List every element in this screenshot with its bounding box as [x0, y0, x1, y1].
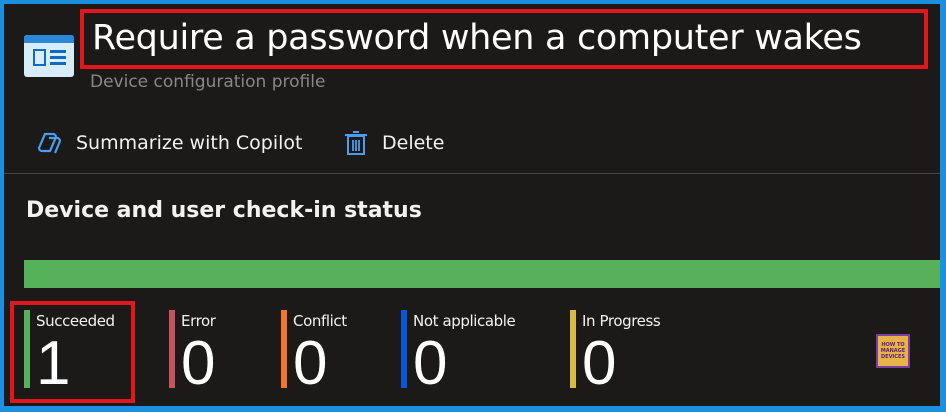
succeeded-highlight	[10, 301, 135, 403]
progress-fill-succeeded	[24, 260, 940, 288]
check-in-progress-bar	[24, 260, 940, 288]
stat-value: 0	[181, 329, 216, 398]
stat-value: 0	[413, 329, 448, 398]
page-title: Require a password when a computer wakes	[92, 18, 862, 58]
delete-label: Delete	[382, 132, 445, 154]
page-subtitle: Device configuration profile	[90, 72, 326, 92]
stat-label: Not applicable	[413, 312, 516, 330]
copilot-icon	[37, 132, 62, 154]
logo-line: DEVICES	[881, 354, 905, 360]
stat-stripe	[281, 310, 287, 388]
stat-label: Conflict	[293, 312, 347, 330]
how-to-manage-devices-logo: HOW TO MANAGE DEVICES	[876, 334, 910, 368]
profile-panel: Require a password when a computer wakes…	[4, 4, 940, 406]
stat-value: 0	[293, 329, 328, 398]
config-profile-icon	[24, 35, 74, 77]
stat-stripe	[169, 310, 175, 388]
stat-label: Error	[181, 312, 216, 330]
stat-stripe	[401, 310, 407, 388]
summarize-with-copilot-button[interactable]: Summarize with Copilot	[36, 126, 303, 160]
stat-label: In Progress	[582, 312, 661, 330]
delete-button[interactable]: Delete	[342, 126, 444, 160]
stat-stripe	[570, 310, 576, 388]
trash-icon	[345, 131, 367, 155]
status-stats: Succeeded 1 Error 0 Conflict 0 Not appli…	[4, 302, 940, 406]
check-in-status-heading: Device and user check-in status	[26, 198, 422, 223]
stat-value: 0	[582, 329, 617, 398]
toolbar-divider	[4, 173, 940, 174]
copilot-label: Summarize with Copilot	[76, 132, 303, 154]
